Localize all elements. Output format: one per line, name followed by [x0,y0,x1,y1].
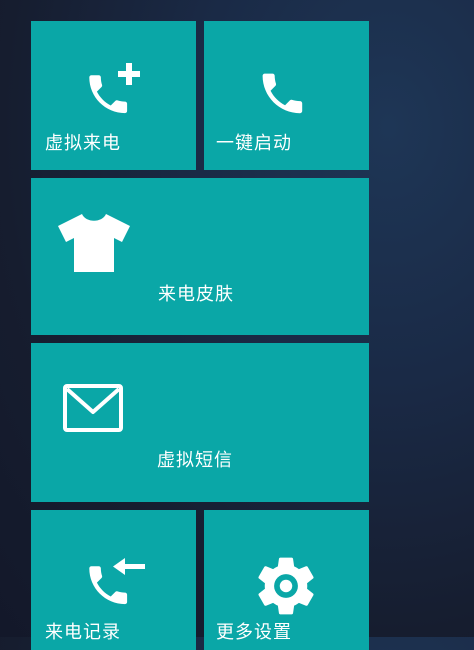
call-log-label: 来电记录 [45,622,121,643]
call-log-tile[interactable]: 来电记录 [31,510,196,650]
virtual-sms-label: 虚拟短信 [157,450,233,471]
call-skin-tile[interactable]: 来电皮肤 [31,178,369,335]
virtual-sms-tile[interactable]: 虚拟短信 [31,343,369,502]
quick-start-label: 一键启动 [216,133,292,154]
virtual-call-label: 虚拟来电 [45,133,121,154]
phone-add-icon [89,63,140,114]
phone-incoming-icon [89,558,145,605]
tshirt-icon [58,214,130,272]
envelope-icon [63,384,123,432]
more-settings-label: 更多设置 [216,622,292,643]
quick-start-tile[interactable]: 一键启动 [204,21,369,170]
gear-icon [258,557,314,615]
more-settings-tile[interactable]: 更多设置 [204,510,369,650]
call-skin-label: 来电皮肤 [158,284,234,305]
virtual-call-tile[interactable]: 虚拟来电 [31,21,196,170]
phone-icon [262,73,303,114]
